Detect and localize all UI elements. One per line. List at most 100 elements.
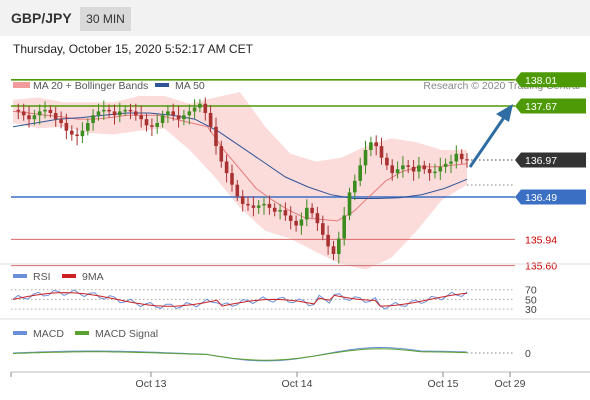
candle-down: [427, 169, 432, 174]
macd-signal-legend-label: MACD Signal: [95, 328, 158, 340]
x-tick-label: Oct 15: [428, 378, 459, 390]
candle-up: [454, 153, 459, 162]
candle-up: [80, 130, 85, 137]
candle-up: [299, 219, 304, 226]
candle-down: [288, 215, 293, 221]
x-tick-label: Oct 14: [282, 378, 313, 390]
candle-down: [64, 123, 69, 131]
candle-down: [208, 113, 213, 127]
candle-down: [272, 207, 277, 212]
candle-up: [91, 115, 95, 123]
candle-down: [171, 111, 175, 116]
level-tags: 138.01 137.67 136.49 135.94 135.60 136.97: [515, 72, 586, 273]
candle-up: [160, 115, 165, 123]
candle-down: [224, 161, 229, 174]
macd-zero-label: 0: [525, 348, 531, 360]
candle-down: [246, 203, 250, 206]
x-axis: Oct 13 Oct 14 Oct 15 Oct 29: [10, 372, 526, 390]
level-tag-text: 138.01: [525, 75, 557, 87]
candle-down: [235, 184, 240, 197]
candle-down: [321, 223, 325, 235]
candle-up: [417, 165, 421, 172]
ma50-legend-label: MA 50: [175, 80, 205, 92]
price-tag-text: 136.97: [525, 155, 557, 167]
candle-up: [118, 111, 122, 116]
macd-legend-label: MACD: [33, 328, 64, 340]
candle-up: [37, 111, 42, 116]
candle-up: [198, 103, 202, 108]
rsi-level-label: 30: [525, 304, 537, 316]
candle-down: [59, 119, 63, 123]
candle-up: [358, 165, 362, 181]
x-tick-label: Oct 13: [136, 378, 167, 390]
candle-up: [187, 111, 192, 116]
candle-down: [53, 113, 58, 120]
candle-up: [443, 163, 448, 167]
candle-down: [134, 111, 138, 116]
candle-down: [310, 207, 314, 214]
candle-down: [385, 157, 389, 166]
candle-up: [395, 169, 400, 174]
candle-up: [43, 109, 47, 112]
ma20-legend-label: MA 20 + Bollinger Bands: [33, 80, 148, 92]
macd-signal-line: [12, 348, 468, 361]
candle-up: [262, 203, 266, 206]
macd-signal-legend-swatch: [75, 331, 89, 335]
candle-down: [139, 115, 143, 120]
candle-up: [155, 123, 159, 127]
candle-down: [27, 115, 31, 120]
candle-down: [331, 246, 336, 254]
candle-down: [128, 109, 133, 112]
level-label: 135.60: [525, 261, 557, 273]
rsi-legend-label: RSI: [33, 271, 51, 283]
candle-down: [422, 165, 427, 170]
candle-up: [433, 171, 437, 174]
candle-up: [449, 161, 453, 164]
candle-down: [390, 165, 394, 174]
level-label: 135.94: [525, 234, 557, 246]
candle-up: [192, 107, 197, 112]
candle-down: [294, 220, 298, 226]
candle-down: [144, 119, 149, 126]
timeframe-label: 30 MIN: [86, 12, 125, 26]
candle-down: [374, 142, 378, 147]
candle-up: [369, 142, 373, 150]
macd-legend-swatch: [13, 331, 27, 335]
candle-up: [166, 111, 170, 116]
candle-up: [278, 210, 282, 212]
symbol-title: GBP/JPY: [11, 10, 72, 26]
candle-down: [219, 146, 224, 162]
candle-down: [75, 134, 79, 136]
rsi-legend-swatch: [13, 274, 27, 278]
ma50-legend-swatch: [155, 83, 169, 87]
candle-down: [315, 213, 320, 224]
candle-down: [230, 173, 234, 185]
datetime-label: Thursday, October 15, 2020 5:52:17 AM CE…: [13, 42, 254, 56]
candle-down: [251, 205, 256, 208]
candle-down: [411, 166, 416, 172]
candle-down: [70, 130, 74, 135]
candle-up: [353, 180, 357, 193]
level-tag-text: 136.49: [525, 192, 557, 204]
candle-down: [379, 146, 384, 158]
candle-up: [182, 115, 186, 120]
candle-up: [342, 215, 346, 239]
candle-up: [102, 109, 106, 112]
candle-down: [283, 210, 288, 216]
candle-up: [363, 150, 368, 166]
candle-down: [107, 109, 111, 112]
candle-up: [337, 238, 341, 254]
candle-up: [305, 207, 309, 220]
candle-up: [86, 123, 90, 131]
candle-down: [16, 109, 21, 112]
candle-down: [267, 203, 272, 208]
candle-down: [176, 115, 181, 120]
level-tag-text: 137.67: [525, 101, 557, 113]
candle-down: [203, 103, 208, 113]
rsi-ma-legend-swatch: [62, 274, 76, 278]
candle-up: [401, 165, 405, 170]
candle-up: [438, 166, 443, 172]
chart-canvas: GBP/JPY 30 MIN Thursday, October 15, 202…: [0, 0, 590, 390]
candle-up: [256, 205, 261, 208]
ma20-legend-swatch: [13, 82, 30, 88]
